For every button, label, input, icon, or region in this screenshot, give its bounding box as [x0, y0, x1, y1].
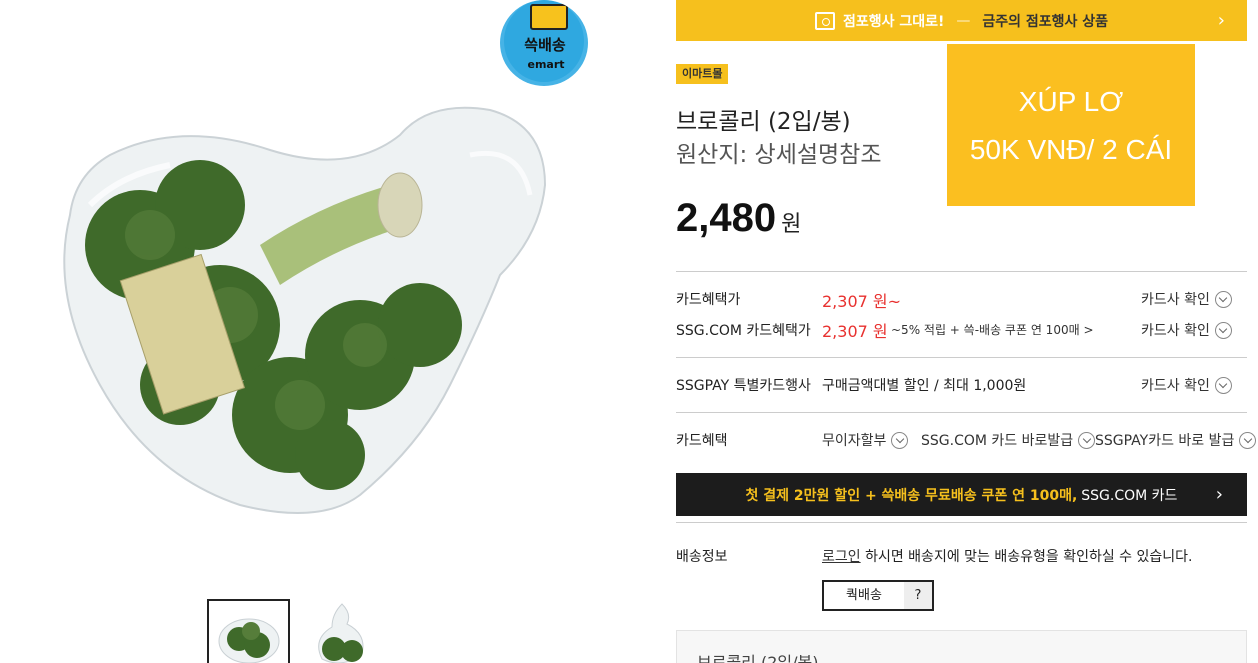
overlay-note-line1: XÚP LƠ	[1018, 86, 1124, 117]
delivery-info-label: 배송정보	[676, 549, 728, 565]
truck-icon	[530, 4, 568, 30]
thumbnail-1[interactable]	[207, 599, 290, 663]
promo-bar-subtitle: 금주의 점포행사 상품	[982, 13, 1109, 30]
check-card-label: 카드사 확인	[1141, 378, 1210, 394]
product-price: 2,480 원	[676, 196, 801, 241]
card-promo-banner[interactable]: 첫 결제 2만원 할인 + 쓱배송 무료배송 쿠폰 연 100매, SSG.CO…	[676, 473, 1247, 516]
banner-highlight: 첫 결제 2만원 할인 + 쓱배송 무료배송 쿠폰 연 100매,	[745, 487, 1078, 504]
chevron-down-icon	[1078, 431, 1096, 449]
check-card-label: 카드사 확인	[1141, 292, 1210, 308]
mall-badge: 이마트몰	[676, 64, 729, 84]
emart-delivery-badge: 쓱배송 emart	[500, 0, 588, 86]
check-card-button-3[interactable]: 카드사 확인	[1141, 375, 1232, 395]
chevron-down-icon	[1214, 376, 1232, 394]
product-title: 브로콜리 (2입/봉)	[676, 109, 851, 135]
product-origin: 원산지: 상세설명참조	[676, 142, 882, 168]
ssg-card-issue-label: SSG.COM 카드 바로발급	[921, 433, 1074, 449]
ssgpay-value: 구매금액대별 할인 / 최대 1,000원	[822, 378, 1027, 394]
card-benefit-label: 카드혜택	[676, 433, 728, 449]
thumbnail-2[interactable]	[302, 599, 385, 663]
delivery-type-button[interactable]: 쿽배송 ?	[822, 580, 934, 611]
delivery-message: 로그인 하시면 배송지에 맞는 배송유형을 확인하실 수 있습니다.	[822, 546, 1192, 566]
installment-button[interactable]: 무이자할부	[822, 430, 909, 450]
check-card-label: 카드사 확인	[1141, 323, 1210, 339]
check-card-button-2[interactable]: 카드사 확인	[1141, 320, 1232, 340]
delivery-message-text: 하시면 배송지에 맞는 배송유형을 확인하실 수 있습니다.	[860, 549, 1193, 565]
selected-option: 브로콜리 (2입/봉)	[676, 630, 1247, 663]
chevron-down-icon	[1214, 290, 1232, 308]
ssg-card-issue-button[interactable]: SSG.COM 카드 바로발급	[921, 430, 1096, 450]
price-unit: 원	[781, 212, 802, 237]
chevron-right-icon: ›	[1217, 10, 1225, 31]
store-promo-bar[interactable]: 점포행사 그대로! — 금주의 점포행사 상품 ›	[676, 0, 1247, 41]
banner-text: SSG.COM 카드	[1081, 487, 1178, 504]
ssg-card-price-label: SSG.COM 카드혜택가	[676, 323, 811, 339]
login-link[interactable]: 로그인	[822, 549, 861, 565]
price-overlay-note: XÚP LƠ 50K VNĐ/ 2 CÁI	[947, 44, 1195, 206]
card-price-value: 2,307 원~	[822, 292, 902, 311]
check-card-button-1[interactable]: 카드사 확인	[1141, 289, 1232, 309]
chevron-right-icon: ›	[1215, 484, 1223, 505]
divider	[676, 412, 1247, 413]
divider	[676, 357, 1247, 358]
delivery-help-icon[interactable]: ?	[904, 582, 932, 609]
price-value: 2,480	[676, 196, 777, 240]
ssgpay-card-issue-button[interactable]: SSGPAY카드 바로 발급	[1095, 430, 1257, 450]
promo-bar-title: 점포행사 그대로!	[842, 13, 945, 30]
divider	[676, 271, 1247, 272]
ssgpay-label: SSGPAY 특별카드행사	[676, 378, 811, 394]
chevron-down-icon	[1239, 431, 1257, 449]
card-price-label: 카드혜택가	[676, 292, 741, 308]
ssgpay-card-issue-label: SSGPAY카드 바로 발급	[1095, 433, 1235, 449]
ssg-card-note-link[interactable]: ~5% 적립 + 쓱-배송 쿠폰 연 100매 >	[891, 321, 1094, 338]
product-gallery: 쓱배송 emart	[0, 0, 640, 663]
promo-bar-separator: —	[956, 12, 971, 29]
chevron-down-icon	[891, 431, 909, 449]
product-main-image	[63, 106, 547, 514]
store-icon	[814, 11, 835, 30]
installment-label: 무이자할부	[822, 433, 887, 449]
badge-brand: emart	[527, 58, 565, 71]
overlay-note-line2: 50K VNĐ/ 2 CÁI	[969, 134, 1173, 165]
divider	[676, 522, 1247, 523]
option-name: 브로콜리 (2입/봉)	[697, 653, 819, 663]
badge-title: 쓱배송	[524, 36, 566, 54]
delivery-type-label: 쿽배송	[846, 588, 882, 603]
ssg-card-price-value: 2,307 원	[822, 322, 888, 341]
chevron-down-icon	[1214, 321, 1232, 339]
